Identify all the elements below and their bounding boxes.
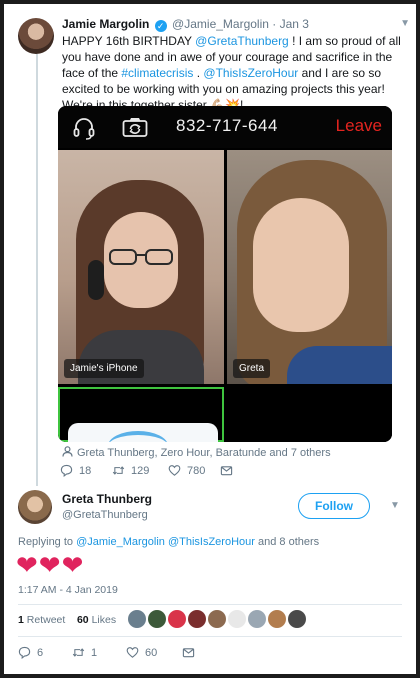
heart-icon bbox=[168, 465, 181, 476]
reply-author-handle[interactable]: @GretaThunberg bbox=[62, 509, 148, 521]
retweet-stat-count[interactable]: 1 bbox=[18, 614, 24, 626]
like-button[interactable]: 60 bbox=[126, 646, 157, 659]
liker-avatar[interactable] bbox=[148, 610, 166, 628]
chevron-down-icon[interactable]: ▼ bbox=[390, 500, 400, 511]
author-name[interactable]: Jamie Margolin bbox=[62, 17, 149, 31]
like-button[interactable]: 780 bbox=[168, 464, 205, 477]
verified-badge-icon: ✓ bbox=[154, 20, 167, 32]
replying-mentions[interactable]: @Jamie_Margolin @ThisIsZeroHour bbox=[76, 536, 255, 548]
leave-button: Leave bbox=[335, 116, 382, 135]
envelope-icon bbox=[220, 466, 233, 476]
retweet-button[interactable]: 129 bbox=[112, 464, 149, 477]
tweet-screenshot-frame: Jamie Margolin ✓ @Jamie_Margolin · Jan 3… bbox=[0, 0, 420, 678]
tweet-media-image[interactable]: 832-717-644 Leave Jamie's iPhone Greta bbox=[58, 106, 392, 442]
parent-tweet: Jamie Margolin ✓ @Jamie_Margolin · Jan 3… bbox=[62, 16, 410, 113]
chevron-down-icon[interactable]: ▼ bbox=[400, 18, 410, 29]
video-pane-empty bbox=[227, 387, 392, 442]
like-stat-count[interactable]: 60 bbox=[77, 614, 89, 626]
retweet-button[interactable]: 1 bbox=[72, 646, 97, 659]
reply-body-hearts: ❤❤❤ bbox=[16, 550, 85, 580]
retweet-count: 1 bbox=[91, 646, 98, 659]
hashtag-link[interactable]: #climatecrisis bbox=[121, 66, 193, 80]
tweet-date[interactable]: Jan 3 bbox=[280, 17, 309, 31]
divider bbox=[18, 636, 402, 637]
replying-suffix: and 8 others bbox=[254, 536, 320, 548]
follow-button[interactable]: Follow bbox=[298, 493, 370, 519]
participant-label: Greta bbox=[233, 359, 271, 378]
mention-link[interactable]: @GretaThunberg bbox=[195, 34, 289, 48]
avatar-greta[interactable] bbox=[18, 490, 52, 524]
headset-icon bbox=[73, 118, 95, 140]
liker-avatar[interactable] bbox=[288, 610, 306, 628]
divider bbox=[18, 604, 402, 605]
liker-avatar[interactable] bbox=[248, 610, 266, 628]
reply-button[interactable]: 6 bbox=[18, 646, 43, 659]
shirt-shape bbox=[287, 346, 392, 384]
reply-count: 6 bbox=[37, 646, 44, 659]
reply-button[interactable]: 18 bbox=[60, 464, 91, 477]
reply-icon bbox=[60, 464, 73, 477]
video-pane-greta: Greta bbox=[227, 150, 392, 384]
author-handle[interactable]: @Jamie_Margolin bbox=[172, 17, 269, 31]
reply-author-name[interactable]: Greta Thunberg bbox=[62, 492, 152, 506]
replying-prefix: Replying to bbox=[18, 536, 77, 548]
liker-avatar[interactable] bbox=[228, 610, 246, 628]
video-pane-jamie: Jamie's iPhone bbox=[58, 150, 224, 384]
tweet-header: Jamie Margolin ✓ @Jamie_Margolin · Jan 3 bbox=[62, 16, 402, 32]
message-button[interactable] bbox=[182, 646, 201, 659]
participant-label: Jamie's iPhone bbox=[64, 359, 144, 378]
person-icon bbox=[62, 446, 73, 457]
like-count: 60 bbox=[145, 646, 158, 659]
liker-avatar[interactable] bbox=[168, 610, 186, 628]
tweet-text-part: HAPPY 16th BIRTHDAY bbox=[62, 34, 196, 48]
camera-flip-icon bbox=[122, 118, 148, 137]
loading-arc bbox=[108, 431, 168, 442]
reply-count: 18 bbox=[79, 464, 92, 477]
replying-to: Replying to @Jamie_Margolin @ThisIsZeroH… bbox=[18, 536, 319, 548]
call-toolbar: 832-717-644 Leave bbox=[58, 106, 392, 148]
liker-avatar[interactable] bbox=[208, 610, 226, 628]
liker-avatar[interactable] bbox=[128, 610, 146, 628]
tagged-people[interactable]: Greta Thunberg, Zero Hour, Baratunde and… bbox=[62, 446, 331, 459]
mention-link[interactable]: @ThisIsZeroHour bbox=[203, 66, 298, 80]
video-placeholder-card bbox=[68, 423, 218, 442]
avatar-jamie[interactable] bbox=[18, 18, 54, 54]
glasses-shape bbox=[109, 249, 173, 265]
thread-line bbox=[36, 54, 38, 486]
like-count: 780 bbox=[187, 464, 206, 477]
video-pane-active bbox=[58, 387, 224, 442]
retweet-icon bbox=[72, 648, 85, 657]
reply-stats: 1 Retweet 60 Likes bbox=[18, 614, 116, 626]
retweet-icon bbox=[112, 466, 125, 475]
like-stat-label[interactable]: Likes bbox=[92, 614, 117, 626]
header-separator: · bbox=[272, 17, 277, 31]
meeting-id: 832-717-644 bbox=[176, 116, 278, 135]
retweet-count: 129 bbox=[131, 464, 150, 477]
reply-timestamp[interactable]: 1:17 AM - 4 Jan 2019 bbox=[18, 584, 118, 596]
liker-avatar[interactable] bbox=[188, 610, 206, 628]
heart-icon bbox=[126, 647, 139, 658]
tagged-people-text: Greta Thunberg, Zero Hour, Baratunde and… bbox=[77, 447, 331, 459]
envelope-icon bbox=[182, 648, 195, 658]
tweet-text: HAPPY 16th BIRTHDAY @GretaThunberg ! I a… bbox=[62, 33, 402, 113]
reply-icon bbox=[18, 646, 31, 659]
headphone-shape bbox=[88, 260, 104, 300]
liker-avatar[interactable] bbox=[268, 610, 286, 628]
face-shape bbox=[253, 198, 349, 332]
retweet-stat-label[interactable]: Retweet bbox=[27, 614, 66, 626]
tweet-text-part: . bbox=[193, 66, 204, 80]
message-button[interactable] bbox=[220, 464, 239, 477]
